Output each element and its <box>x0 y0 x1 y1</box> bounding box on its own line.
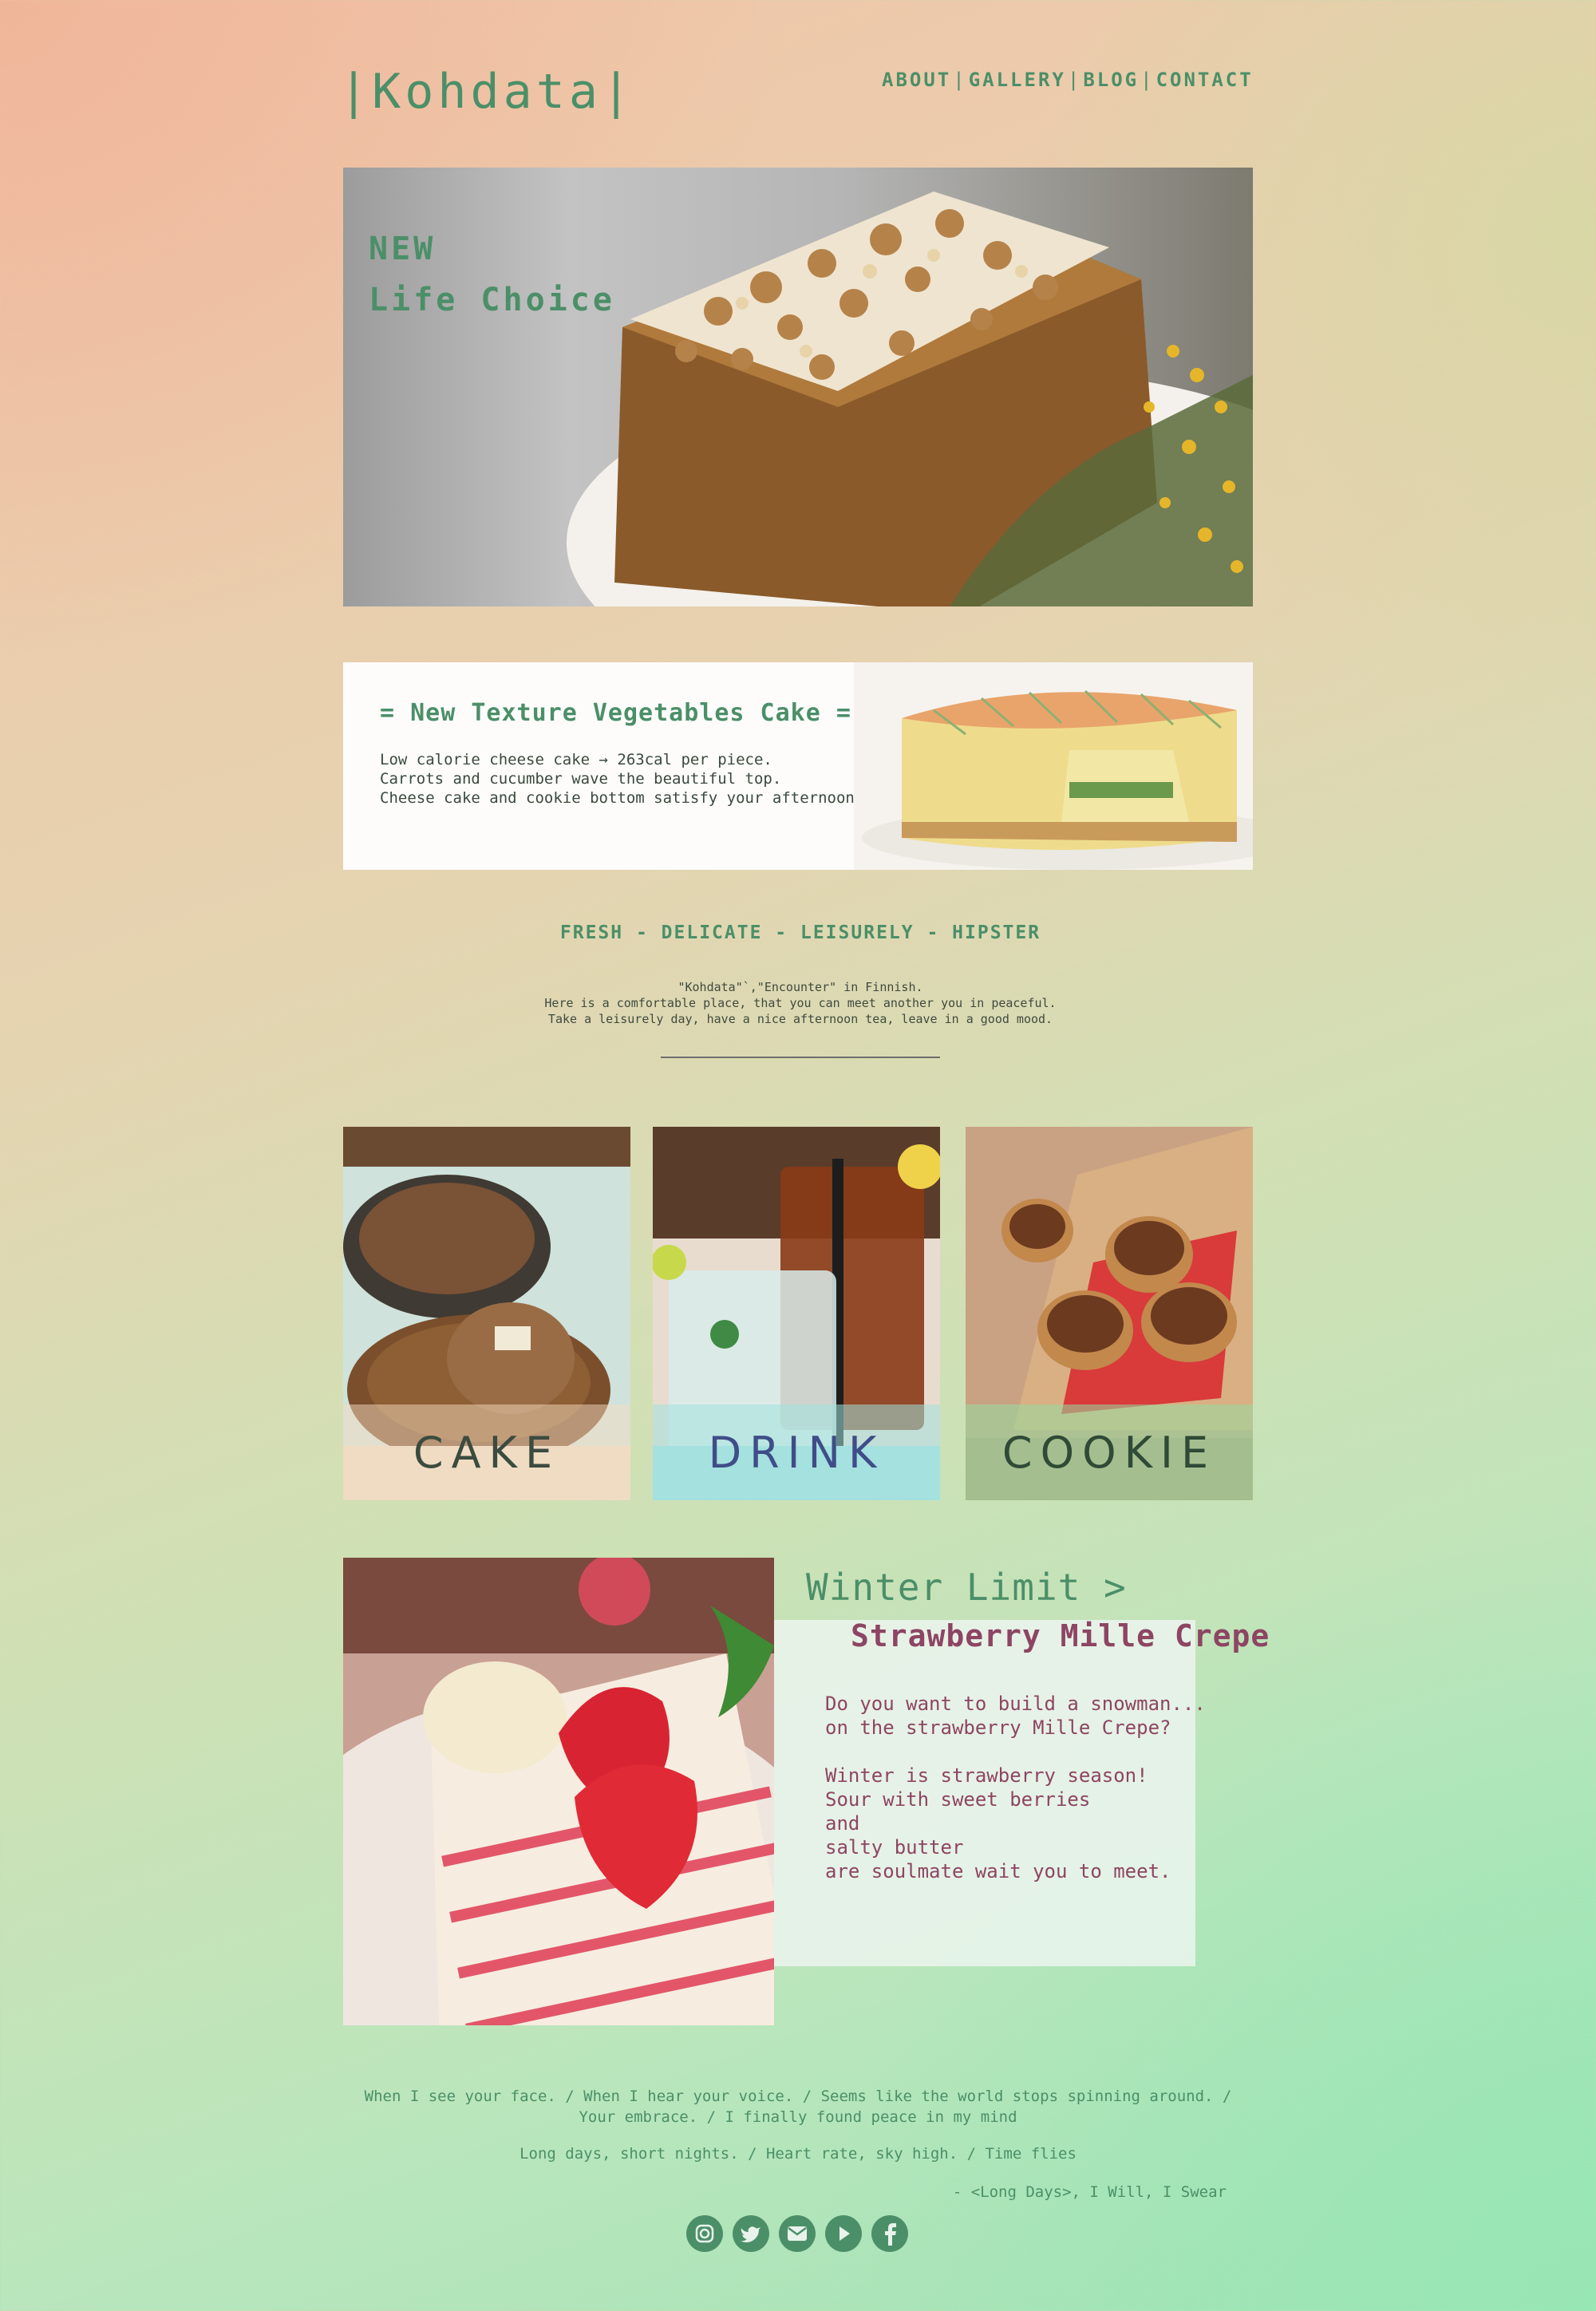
gallery-tile-cake[interactable]: CAKE <box>343 1127 630 1500</box>
mail-icon[interactable] <box>779 2215 816 2252</box>
nav-blog[interactable]: BLOG <box>1083 69 1139 91</box>
social-links <box>686 2215 908 2252</box>
mille-crepe-image-container[interactable] <box>343 1558 774 2025</box>
nav-about[interactable]: ABOUT <box>882 69 951 91</box>
tile-label: DRINK <box>708 1428 885 1478</box>
cheesecake-image <box>854 662 1253 870</box>
winter-subtitle: Strawberry Mille Crepe <box>851 1618 1270 1653</box>
nav-separator: | <box>1140 69 1155 91</box>
feature-title: = New Texture Vegetables Cake = <box>380 699 851 727</box>
nav-contact[interactable]: CONTACT <box>1156 69 1254 91</box>
main-nav: ABOUT | GALLERY | BLOG | CONTACT <box>882 69 1254 91</box>
footer-credit: - <Long Days>, I Will, I Swear <box>952 2183 1227 2201</box>
tagline: FRESH - DELICATE - LEISURELY - HIPSTER <box>559 922 1041 943</box>
nav-separator: | <box>953 69 967 91</box>
tile-label: CAKE <box>413 1428 561 1478</box>
twitter-icon[interactable] <box>733 2215 769 2252</box>
feature-line: Cheese cake and cookie bottom satisfy yo… <box>380 789 864 807</box>
play-icon[interactable] <box>825 2215 862 2252</box>
feature-line: Low calorie cheese cake → 263cal per pie… <box>380 751 772 768</box>
mille-crepe-image <box>343 1558 774 2025</box>
hero-banner[interactable]: NEW Life Choice <box>343 168 1253 606</box>
hero-title: NEW Life Choice <box>369 231 615 318</box>
divider <box>661 1057 940 1058</box>
nav-separator: | <box>1067 69 1082 91</box>
feature-line: Carrots and cucumber wave the beautiful … <box>380 770 782 788</box>
instagram-icon[interactable] <box>686 2215 723 2252</box>
intro-text: "Kohdata"`,"Encounter" in Finnish. Here … <box>0 979 1596 1027</box>
nav-gallery[interactable]: GALLERY <box>969 69 1066 91</box>
gallery-tile-drink[interactable]: DRINK <box>653 1127 940 1500</box>
intro-line: "Kohdata"`,"Encounter" in Finnish. <box>678 980 923 994</box>
feature-card[interactable]: = New Texture Vegetables Cake = Low calo… <box>343 662 1253 870</box>
intro-line: Take a leisurely day, have a nice aftern… <box>547 1012 1053 1026</box>
winter-description: Do you want to build a snowman... on the… <box>825 1693 1206 1882</box>
winter-title-link[interactable]: Winter Limit > <box>806 1566 1127 1609</box>
gallery-tile-cookie[interactable]: COOKIE <box>966 1127 1253 1500</box>
site-logo[interactable]: |Kohdata| <box>339 64 634 120</box>
intro-line: Here is a comfortable place, that you ca… <box>544 996 1057 1010</box>
tile-label: COOKIE <box>1001 1428 1217 1478</box>
feature-description: Low calorie cheese cake → 263cal per pie… <box>380 750 863 808</box>
footer-lyric: When I see your face. / When I hear your… <box>364 2088 1232 2126</box>
facebook-icon[interactable] <box>871 2215 908 2252</box>
footer-lyric: Long days, short nights. / Heart rate, s… <box>519 2145 1077 2163</box>
